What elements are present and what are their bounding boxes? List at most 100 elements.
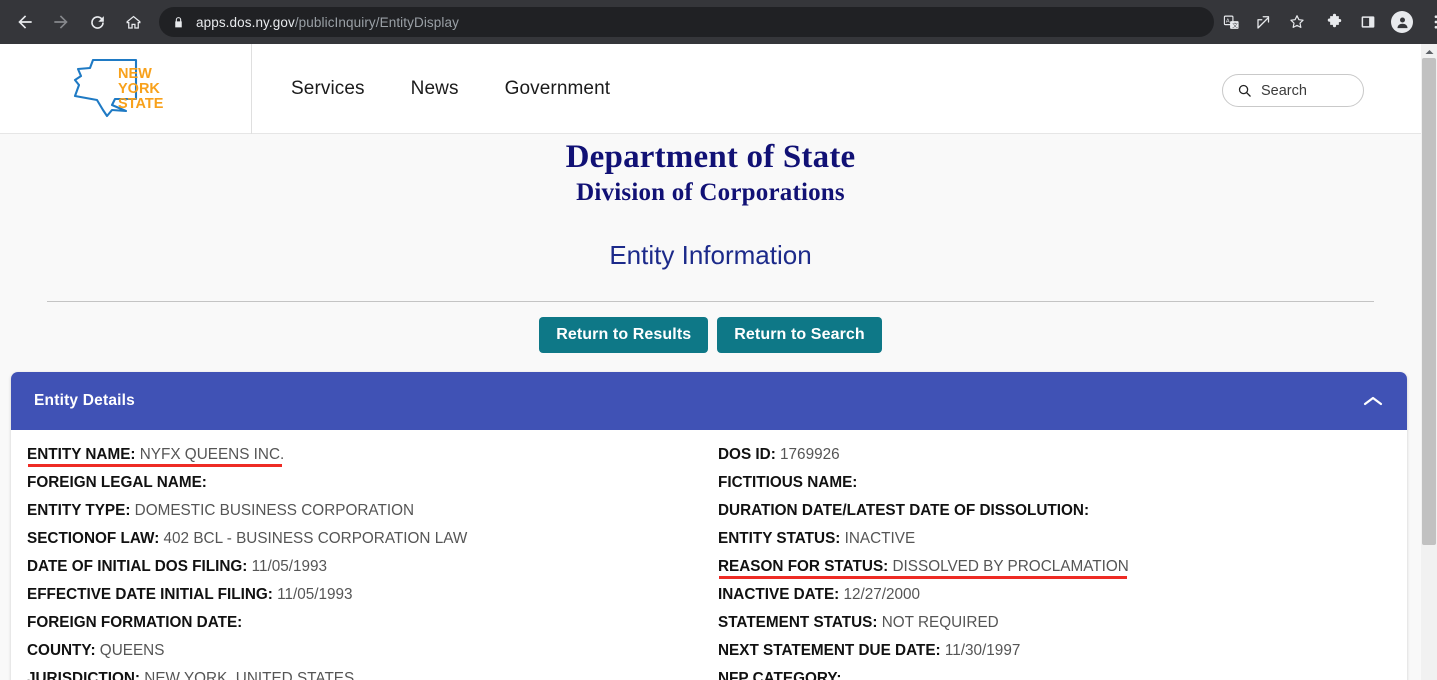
nav-item-news[interactable]: News [411, 78, 459, 100]
page-title: Entity Information [609, 240, 812, 270]
entity-detail-key: DOS ID: [718, 446, 776, 463]
return-to-results-button[interactable]: Return to Results [539, 317, 709, 353]
entity-detail-key: NEXT STATEMENT DUE DATE: [718, 642, 941, 659]
entity-detail-line: DURATION DATE/LATEST DATE OF DISSOLUTION… [718, 497, 1407, 525]
page-content: Department of State Division of Corporat… [0, 134, 1421, 680]
entity-details-left-column: ENTITY NAME: NYFX QUEENS INC. FOREIGN LEG… [11, 441, 709, 680]
entity-detail-value: 11/05/1993 [247, 558, 328, 575]
profile-button[interactable] [1386, 6, 1418, 38]
ny-state-logo[interactable]: NEW YORK STATE [0, 43, 252, 134]
entity-detail-row: REASON FOR STATUS: DISSOLVED BY PROCLAMA… [718, 553, 1129, 581]
three-dot-menu-icon [1434, 15, 1437, 29]
entity-detail-row: ENTITY NAME: NYFX QUEENS INC. [27, 441, 284, 469]
entity-detail-line: EFFECTIVE DATE INITIAL FILING: 11/05/199… [27, 581, 709, 609]
entity-detail-key: ENTITY STATUS: [718, 530, 841, 547]
entity-detail-row: STATEMENT STATUS: NOT REQUIRED [718, 609, 999, 637]
entity-detail-value: NOT REQUIRED [877, 614, 999, 631]
bookmark-button[interactable] [1282, 7, 1312, 37]
entity-detail-value: 11/30/1997 [940, 642, 1021, 659]
logo-line-new: NEW [118, 66, 152, 82]
nav-item-government[interactable]: Government [505, 78, 611, 100]
share-button[interactable] [1249, 7, 1279, 37]
entity-detail-row: ENTITY TYPE: DOMESTIC BUSINESS CORPORATI… [27, 497, 414, 525]
reload-icon [90, 15, 104, 29]
entity-detail-row: FOREIGN FORMATION DATE: [27, 609, 242, 637]
url-path: /publicInquiry/EntityDisplay [294, 14, 459, 30]
entity-detail-row: NFP CATEGORY: [718, 665, 842, 680]
translate-button[interactable]: A 文 [1216, 7, 1246, 37]
entity-detail-line: FICTITIOUS NAME: [718, 469, 1407, 497]
entity-detail-value: NYFX QUEENS INC. [135, 446, 285, 463]
entity-detail-row: FICTITIOUS NAME: [718, 469, 857, 497]
entity-detail-row: COUNTY: QUEENS [27, 637, 164, 665]
svg-text:A: A [1225, 18, 1229, 24]
reload-button[interactable] [80, 5, 114, 39]
entity-detail-value: DISSOLVED BY PROCLAMATION [888, 558, 1129, 575]
entity-detail-line: DOS ID: 1769926 [718, 441, 1407, 469]
browser-nav-buttons [0, 5, 150, 39]
entity-detail-line: ENTITY STATUS: INACTIVE [718, 525, 1407, 553]
entity-detail-key: DATE OF INITIAL DOS FILING: [27, 558, 248, 575]
forward-arrow-icon [54, 15, 68, 29]
entity-detail-key: COUNTY: [27, 642, 96, 659]
entity-detail-value: 1769926 [775, 446, 840, 463]
entity-detail-key: JURISDICTION: [27, 670, 141, 680]
entity-detail-key: EFFECTIVE DATE INITIAL FILING: [27, 586, 273, 603]
forward-button[interactable] [44, 5, 78, 39]
entity-detail-row: DURATION DATE/LATEST DATE OF DISSOLUTION… [718, 497, 1089, 525]
entity-detail-key: ENTITY NAME: [27, 446, 136, 463]
back-arrow-icon [18, 15, 32, 29]
entity-detail-line: SECTIONOF LAW: 402 BCL - BUSINESS CORPOR… [27, 525, 709, 553]
entity-detail-line: FOREIGN FORMATION DATE: [27, 609, 709, 637]
entity-detail-line: NFP CATEGORY: [718, 665, 1407, 680]
entity-detail-line: STATEMENT STATUS: NOT REQUIRED [718, 609, 1407, 637]
main-navigation: Services News Government [291, 78, 610, 100]
entity-detail-row: ENTITY STATUS: INACTIVE [718, 525, 915, 553]
entity-detail-row: SECTIONOF LAW: 402 BCL - BUSINESS CORPOR… [27, 525, 467, 553]
browser-menu-button[interactable] [1420, 6, 1437, 38]
entity-detail-line: JURISDICTION: NEW YORK, UNITED STATES [27, 665, 709, 680]
entity-detail-value: QUEENS [95, 642, 165, 659]
back-button[interactable] [8, 5, 42, 39]
translate-icon: A 文 [1223, 15, 1239, 29]
entity-detail-row: NEXT STATEMENT DUE DATE: 11/30/1997 [718, 637, 1020, 665]
entity-details-header[interactable]: Entity Details [11, 372, 1407, 430]
entity-detail-value: 11/05/1993 [272, 586, 353, 603]
entity-detail-row: INACTIVE DATE: 12/27/2000 [718, 581, 920, 609]
home-icon [126, 15, 140, 29]
site-header: NEW YORK STATE Services News Government … [0, 43, 1421, 134]
return-to-search-button[interactable]: Return to Search [717, 317, 882, 353]
scrollbar-thumb[interactable] [1422, 58, 1436, 545]
entity-detail-value: 402 BCL - BUSINESS CORPORATION LAW [159, 530, 468, 547]
entity-detail-key: FICTITIOUS NAME: [718, 474, 858, 491]
lock-icon [172, 16, 185, 29]
entity-detail-line: NEXT STATEMENT DUE DATE: 11/30/1997 [718, 637, 1407, 665]
entity-details-title: Entity Details [34, 392, 135, 409]
puzzle-piece-icon [1327, 13, 1341, 27]
search-icon [1238, 84, 1251, 97]
browser-toolbar: apps.dos.ny.gov/publicInquiry/EntityDisp… [0, 0, 1437, 44]
home-button[interactable] [116, 5, 150, 39]
entity-detail-line: FOREIGN LEGAL NAME: [27, 469, 709, 497]
logo-line-state: STATE [118, 96, 164, 112]
nav-item-services[interactable]: Services [291, 78, 365, 100]
extensions-button[interactable] [1318, 6, 1350, 38]
chevron-up-icon[interactable] [1363, 395, 1383, 407]
department-title: Department of State [565, 139, 856, 175]
ny-state-logo-icon: NEW YORK STATE [73, 58, 164, 117]
url-domain: apps.dos.ny.gov [196, 14, 295, 30]
address-bar[interactable]: apps.dos.ny.gov/publicInquiry/EntityDisp… [159, 7, 1214, 37]
entity-details-card: Entity Details ENTITY NAME: NYFX QUEENS … [11, 372, 1407, 680]
entity-detail-key: DURATION DATE/LATEST DATE OF DISSOLUTION… [718, 502, 1090, 519]
entity-detail-value: NEW YORK, UNITED STATES [140, 670, 355, 680]
entity-detail-value: INACTIVE [840, 530, 916, 547]
url-text: apps.dos.ny.gov/publicInquiry/EntityDisp… [196, 15, 459, 30]
entity-detail-row: DATE OF INITIAL DOS FILING: 11/05/1993 [27, 553, 327, 581]
page-scrollbar[interactable] [1421, 44, 1437, 680]
profile-avatar-icon [1391, 11, 1413, 33]
entity-detail-row: DOS ID: 1769926 [718, 441, 840, 469]
entity-detail-key: FOREIGN LEGAL NAME: [27, 474, 207, 491]
search-box[interactable]: Search [1222, 74, 1364, 107]
star-icon [1290, 15, 1304, 28]
side-panel-button[interactable] [1352, 6, 1384, 38]
